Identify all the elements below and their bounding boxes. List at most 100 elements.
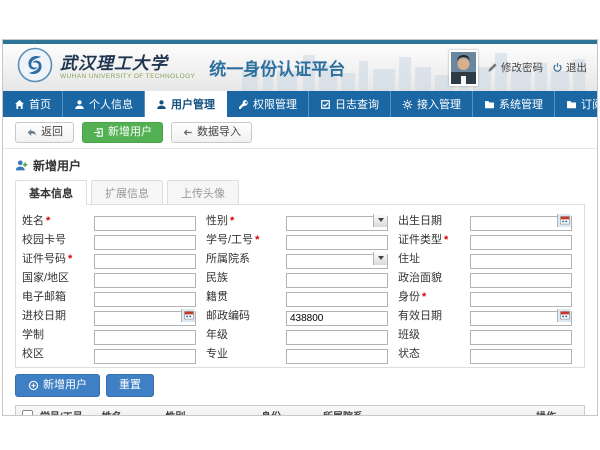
field-political-status [470,270,572,285]
add-user-toolbar-button[interactable]: 新增用户 [82,122,163,143]
name-input[interactable] [94,216,196,231]
field-label-country-region: 国家/地区 [22,269,84,285]
field-birth-date [470,213,572,228]
nav-tab-label: 接入管理 [417,96,461,112]
address-input[interactable] [470,254,572,269]
logout-link[interactable]: 退出 [552,60,587,75]
table-column-header: 所属院系 [319,408,532,416]
required-marker: * [422,291,426,303]
field-grade [286,327,388,342]
import-arrow-icon [182,127,193,138]
tab-upload-avatar[interactable]: 上传头像 [167,180,239,205]
field-label-major: 专业 [206,345,276,361]
basic-info-panel: 姓名*性别*出生日期校园卡号学号/工号*证件类型*证件号码*所属院系住址国家/地… [15,204,585,368]
reset-button[interactable]: 重置 [106,374,154,397]
postal-code-input[interactable] [286,311,388,326]
change-password-label: 修改密码 [501,60,543,75]
header-user-area: 修改密码 退出 [449,44,587,91]
field-label-student-id: 学号/工号* [206,231,276,247]
native-place-input[interactable] [286,292,388,307]
field-label-address: 住址 [398,250,460,266]
major-input[interactable] [286,349,388,364]
study-length-input[interactable] [94,330,196,345]
home-icon [14,99,25,110]
nav-tab-profile[interactable]: 个人信息 [63,91,145,117]
valid-date-datepicker-button[interactable] [557,309,571,322]
grade-input[interactable] [286,330,388,345]
field-address [470,251,572,266]
political-status-input[interactable] [470,273,572,288]
pencil-icon [487,62,498,73]
add-user-toolbar-label: 新增用户 [108,126,152,139]
tab-label: 扩展信息 [105,188,149,200]
campus-input[interactable] [94,349,196,364]
nav-tab-log-query[interactable]: 日志查询 [309,91,391,117]
field-country-region [94,270,196,285]
nav-tab-subscription-management[interactable]: 订阅管理 [555,91,598,117]
user-form: 姓名*性别*出生日期校园卡号学号/工号*证件类型*证件号码*所属院系住址国家/地… [22,212,578,361]
required-marker: * [444,234,448,246]
tab-basic-info[interactable]: 基本信息 [15,180,87,205]
submit-add-user-button[interactable]: 新增用户 [15,374,100,397]
change-password-link[interactable]: 修改密码 [487,60,543,75]
field-study-length [94,327,196,342]
field-label-id-number: 证件号码* [22,250,84,266]
field-name [94,213,196,228]
status-input[interactable] [470,349,572,364]
field-department [286,251,388,266]
gender-dropdown-button[interactable] [373,214,387,227]
field-major [286,346,388,361]
required-marker: * [230,215,234,227]
back-button[interactable]: 返回 [15,122,74,143]
power-icon [552,62,563,73]
app-window: 武汉理工大学 WUHAN UNIVERSITY OF TECHNOLOGY 统一… [2,39,598,416]
field-label-gender: 性别* [206,212,276,228]
field-class [470,327,572,342]
field-postal-code [286,308,388,323]
table-column-header: 学号/工号 [36,408,98,416]
data-import-button[interactable]: 数据导入 [171,122,252,143]
nav-tab-label: 日志查询 [335,96,379,112]
nav-tab-label: 系统管理 [499,96,543,112]
user-table: 学号/工号姓名性别身份所属院系操作 [15,405,585,416]
campus-card-no-input[interactable] [94,235,196,250]
identity-input[interactable] [470,292,572,307]
student-id-input[interactable] [286,235,388,250]
nav-tab-home[interactable]: 首页 [3,91,63,117]
field-label-id-type: 证件类型* [398,231,460,247]
country-region-input[interactable] [94,273,196,288]
user-icon [74,99,85,110]
toolbar: 返回 新增用户 数据导入 [3,117,597,149]
select-all-checkbox[interactable] [22,410,33,416]
id-type-input[interactable] [470,235,572,250]
select-all-cell [16,409,36,416]
field-id-type [470,232,572,247]
section-header: 新增用户 [3,149,597,180]
table-column-header: 操作 [532,408,584,416]
enrollment-date-datepicker-button[interactable] [181,309,195,322]
field-label-class: 班级 [398,326,460,342]
tab-label: 基本信息 [29,188,73,200]
ethnicity-input[interactable] [286,273,388,288]
user-icon [156,99,167,110]
nav-tab-label: 首页 [29,96,51,112]
nav-tab-permission-management[interactable]: 权限管理 [227,91,309,117]
class-input[interactable] [470,330,572,345]
field-label-enrollment-date: 进校日期 [22,307,84,323]
chevron-down-icon [378,218,384,222]
tab-extended-info[interactable]: 扩展信息 [91,180,163,205]
field-identity [470,289,572,304]
nav-tab-access-management[interactable]: 接入管理 [391,91,473,117]
birth-date-datepicker-button[interactable] [557,214,571,227]
nav-tab-user-management[interactable]: 用户管理 [145,91,227,117]
submit-add-user-label: 新增用户 [43,379,87,392]
department-dropdown-button[interactable] [373,252,387,265]
email-input[interactable] [94,292,196,307]
data-import-label: 数据导入 [197,126,241,139]
calendar-icon [560,215,570,225]
field-label-campus-card-no: 校园卡号 [22,231,84,247]
gear-icon [402,99,413,110]
nav-tab-system-management[interactable]: 系统管理 [473,91,555,117]
header: 武汉理工大学 WUHAN UNIVERSITY OF TECHNOLOGY 统一… [3,44,597,91]
id-number-input[interactable] [94,254,196,269]
